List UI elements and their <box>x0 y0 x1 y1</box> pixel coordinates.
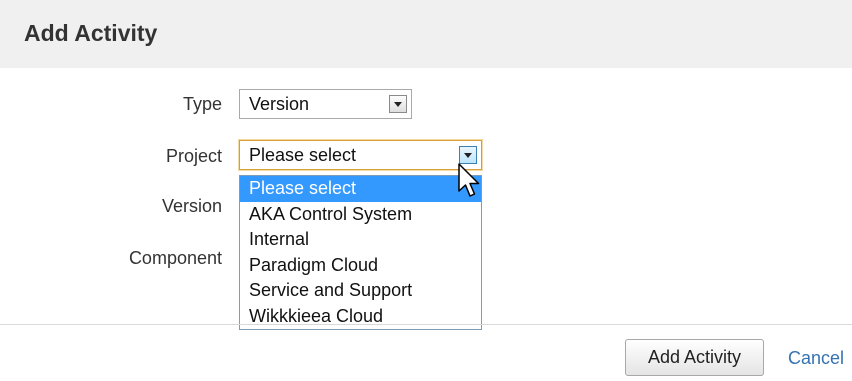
chevron-down-icon[interactable] <box>389 95 407 113</box>
dropdown-option[interactable]: Paradigm Cloud <box>240 253 481 279</box>
component-label: Component <box>128 248 222 268</box>
project-select-value: Please select <box>249 145 357 165</box>
dropdown-option[interactable]: Wikkkieea Cloud <box>240 304 481 330</box>
dialog-header: Add Activity <box>0 0 852 68</box>
dropdown-option[interactable]: AKA Control System <box>240 202 481 228</box>
add-activity-button[interactable]: Add Activity <box>625 339 764 376</box>
footer-divider <box>0 324 852 325</box>
project-select[interactable]: Please select <box>239 140 482 170</box>
version-label: Version <box>161 196 222 216</box>
type-label: Type <box>182 94 222 114</box>
dialog-title: Add Activity <box>24 20 158 46</box>
dropdown-option[interactable]: Please select <box>240 176 481 202</box>
cancel-link[interactable]: Cancel <box>788 348 844 369</box>
project-dropdown-list[interactable]: Please select AKA Control System Interna… <box>239 175 482 330</box>
dropdown-option[interactable]: Internal <box>240 227 481 253</box>
dropdown-option[interactable]: Service and Support <box>240 278 481 304</box>
type-select-value: Version <box>249 94 310 114</box>
mouse-pointer-icon <box>458 163 480 197</box>
type-select[interactable]: Version <box>239 89 412 119</box>
project-label: Project <box>165 146 222 166</box>
